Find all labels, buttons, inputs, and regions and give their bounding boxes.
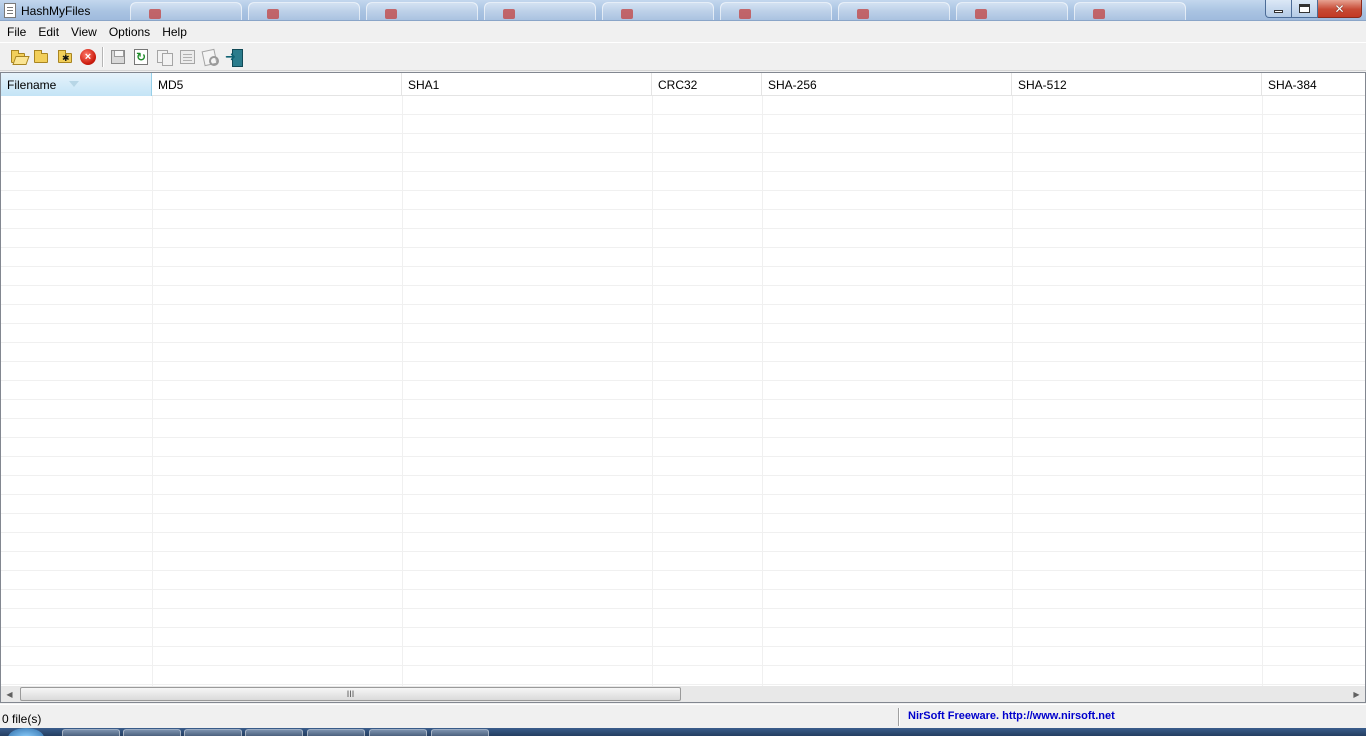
find-button[interactable] bbox=[200, 47, 220, 67]
taskbar-button[interactable] bbox=[123, 729, 181, 736]
column-header-filename[interactable]: Filename bbox=[1, 73, 152, 96]
background-tab bbox=[248, 2, 360, 20]
taskbar bbox=[0, 728, 1366, 736]
column-label: Filename bbox=[7, 78, 57, 92]
column-gridline bbox=[1012, 96, 1013, 686]
background-tab bbox=[602, 2, 714, 20]
menu-file[interactable]: File bbox=[1, 22, 32, 42]
column-gridline bbox=[152, 96, 153, 686]
background-tab bbox=[838, 2, 950, 20]
clear-list-button[interactable]: × bbox=[78, 47, 98, 67]
column-header-sha512[interactable]: SHA-512 bbox=[1012, 73, 1262, 96]
save-button[interactable] bbox=[108, 47, 128, 67]
taskbar-button[interactable] bbox=[62, 729, 120, 736]
column-header-sha384[interactable]: SHA-384 bbox=[1262, 73, 1365, 96]
horizontal-scrollbar[interactable]: ◀ III ▶ bbox=[0, 686, 1366, 703]
arrow-left-icon: ◀ bbox=[6, 689, 13, 699]
column-header-crc32[interactable]: CRC32 bbox=[652, 73, 762, 96]
minimize-icon bbox=[1274, 10, 1283, 13]
column-label: SHA-256 bbox=[768, 78, 817, 92]
open-files-icon bbox=[11, 50, 25, 63]
background-tab bbox=[720, 2, 832, 20]
column-label: SHA-512 bbox=[1018, 78, 1067, 92]
list-header: Filename MD5 SHA1 CRC32 SHA-256 SHA-512 … bbox=[1, 73, 1365, 96]
background-tab bbox=[1074, 2, 1186, 20]
status-divider bbox=[898, 708, 900, 726]
title-bar[interactable]: HashMyFiles ✕ bbox=[0, 0, 1366, 21]
start-button[interactable] bbox=[8, 728, 44, 736]
scroll-right-button[interactable]: ▶ bbox=[1348, 686, 1365, 702]
menu-view[interactable]: View bbox=[65, 22, 103, 42]
column-label: SHA1 bbox=[408, 78, 440, 92]
find-icon bbox=[202, 49, 219, 66]
status-bar: 0 file(s) NirSoft Freeware. http://www.n… bbox=[0, 704, 1366, 728]
window-controls: ✕ bbox=[1265, 0, 1362, 18]
open-folder-button[interactable] bbox=[31, 47, 51, 67]
open-folder-wildcard-icon: ✱ bbox=[58, 50, 72, 63]
column-header-sha256[interactable]: SHA-256 bbox=[762, 73, 1012, 96]
minimize-button[interactable] bbox=[1265, 0, 1292, 18]
column-label: SHA-384 bbox=[1268, 78, 1317, 92]
taskbar-button[interactable] bbox=[245, 729, 303, 736]
maximize-button[interactable] bbox=[1292, 0, 1318, 18]
toolbar-separator bbox=[102, 47, 104, 67]
menu-options[interactable]: Options bbox=[103, 22, 156, 42]
file-count: 0 file(s) bbox=[2, 712, 42, 726]
taskbar-button[interactable] bbox=[307, 729, 365, 736]
window-title: HashMyFiles bbox=[21, 4, 91, 18]
toolbar: ✱ × bbox=[0, 42, 1366, 71]
background-tab bbox=[366, 2, 478, 20]
column-label: CRC32 bbox=[658, 78, 698, 92]
background-tab bbox=[484, 2, 596, 20]
maximize-icon bbox=[1299, 4, 1310, 13]
arrow-right-icon: ▶ bbox=[1353, 689, 1360, 699]
column-gridline bbox=[402, 96, 403, 686]
sort-descending-icon bbox=[69, 81, 79, 87]
column-label: MD5 bbox=[158, 78, 184, 92]
taskbar-button[interactable] bbox=[369, 729, 427, 736]
refresh-icon bbox=[134, 49, 148, 65]
properties-icon bbox=[179, 50, 195, 64]
menu-bar: File Edit View Options Help bbox=[0, 22, 1366, 42]
app-icon bbox=[4, 3, 16, 18]
column-header-md5[interactable]: MD5 bbox=[152, 73, 402, 96]
background-browser-tabs bbox=[120, 0, 1240, 20]
open-folder-icon bbox=[34, 50, 48, 63]
column-gridline bbox=[652, 96, 653, 686]
menu-edit[interactable]: Edit bbox=[32, 22, 65, 42]
save-icon bbox=[111, 50, 125, 64]
nirsoft-link[interactable]: NirSoft Freeware. http://www.nirsoft.net bbox=[908, 710, 1115, 722]
exit-button[interactable] bbox=[224, 47, 244, 67]
taskbar-button[interactable] bbox=[431, 729, 489, 736]
column-gridline bbox=[762, 96, 763, 686]
scroll-left-button[interactable]: ◀ bbox=[1, 686, 18, 702]
exit-icon bbox=[225, 48, 243, 67]
refresh-button[interactable] bbox=[131, 47, 151, 67]
copy-icon bbox=[156, 49, 173, 66]
empty-rows-area[interactable] bbox=[1, 96, 1365, 686]
background-tab bbox=[130, 2, 242, 20]
column-gridline bbox=[1262, 96, 1263, 686]
scroll-grip-icon: III bbox=[346, 689, 355, 699]
menu-help[interactable]: Help bbox=[156, 22, 193, 42]
clear-list-icon: × bbox=[80, 49, 96, 65]
properties-button[interactable] bbox=[177, 47, 197, 67]
close-icon: ✕ bbox=[1334, 1, 1345, 16]
background-tab bbox=[956, 2, 1068, 20]
close-button[interactable]: ✕ bbox=[1318, 0, 1362, 18]
copy-button[interactable] bbox=[154, 47, 174, 67]
open-files-button[interactable] bbox=[8, 47, 28, 67]
column-header-sha1[interactable]: SHA1 bbox=[402, 73, 652, 96]
file-hash-list[interactable]: Filename MD5 SHA1 CRC32 SHA-256 SHA-512 … bbox=[0, 72, 1366, 686]
scroll-thumb[interactable]: III bbox=[20, 687, 681, 701]
open-folder-wildcard-button[interactable]: ✱ bbox=[55, 47, 75, 67]
taskbar-button[interactable] bbox=[184, 729, 242, 736]
